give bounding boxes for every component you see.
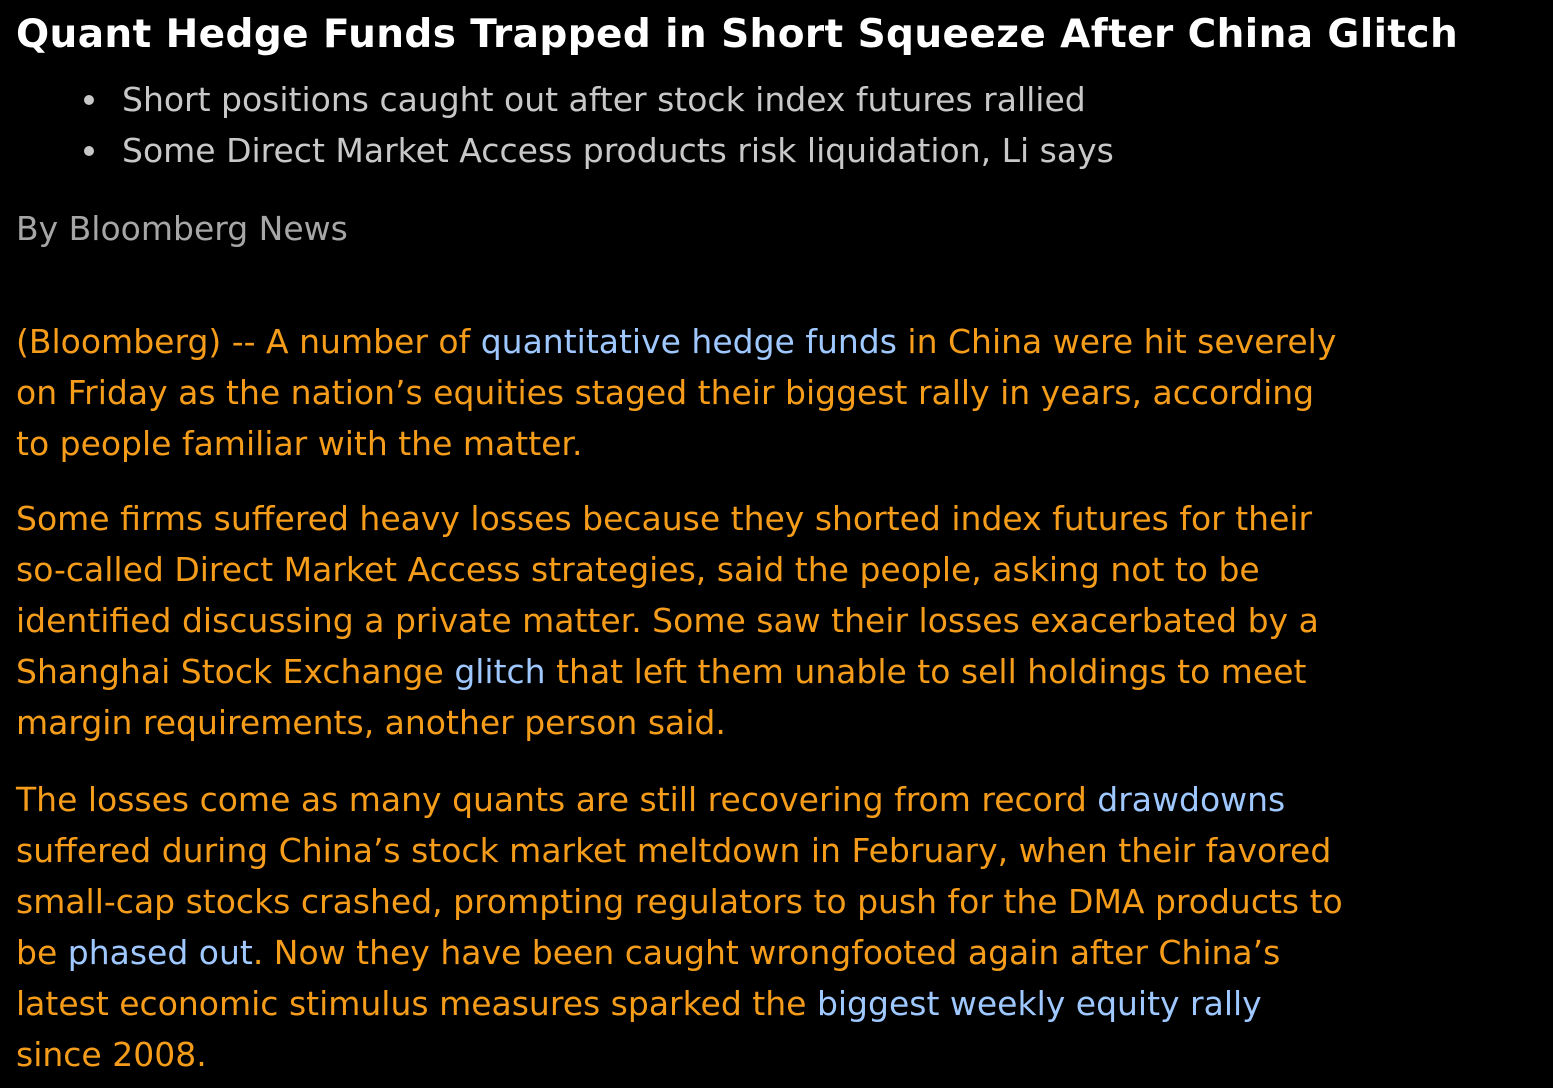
paragraph-line: Shanghai Stock Exchange glitch that left… xyxy=(16,646,1516,697)
paragraph-line: latest economic stimulus measures sparke… xyxy=(16,978,1516,1029)
paragraph-text: in China were hit severely xyxy=(896,322,1337,361)
paragraph-line: since 2008. xyxy=(16,1029,1516,1080)
paragraph-text: latest economic stimulus measures sparke… xyxy=(16,984,817,1023)
paragraph-line: identified discussing a private matter. … xyxy=(16,595,1516,646)
paragraph-line: be phased out. Now they have been caught… xyxy=(16,927,1516,978)
paragraph-text: margin requirements, another person said… xyxy=(16,703,726,742)
paragraph-line: suffered during China’s stock market mel… xyxy=(16,825,1516,876)
paragraph-text: so-called Direct Market Access strategie… xyxy=(16,550,1260,589)
body-paragraph: The losses come as many quants are still… xyxy=(16,774,1516,1080)
paragraph-line: small-cap stocks crashed, prompting regu… xyxy=(16,876,1516,927)
paragraph-text: The losses come as many quants are still… xyxy=(16,780,1098,819)
paragraph-text: that left them unable to sell holdings t… xyxy=(545,652,1307,691)
paragraph-text: Shanghai Stock Exchange xyxy=(16,652,455,691)
paragraph-text: be xyxy=(16,933,68,972)
summary-bullet-text: Some Direct Market Access products risk … xyxy=(122,131,1114,170)
paragraph-line: to people familiar with the matter. xyxy=(16,418,1516,469)
paragraph-line: Some firms suffered heavy losses because… xyxy=(16,493,1516,544)
summary-bullet-text: Short positions caught out after stock i… xyxy=(122,80,1086,119)
paragraph-text: to people familiar with the matter. xyxy=(16,424,583,463)
article-headline: Quant Hedge Funds Trapped in Short Squee… xyxy=(16,12,1459,57)
paragraph-text: suffered during China’s stock market mel… xyxy=(16,831,1332,870)
body-paragraph: Some firms suffered heavy losses because… xyxy=(16,493,1516,748)
paragraph-line: on Friday as the nation’s equities stage… xyxy=(16,367,1516,418)
paragraph-text: identified discussing a private matter. … xyxy=(16,601,1319,640)
bullet-dot-icon xyxy=(84,95,94,105)
inline-link[interactable]: phased out xyxy=(68,933,253,972)
summary-bullet: Short positions caught out after stock i… xyxy=(76,74,1114,125)
paragraph-text: . Now they have been caught wrongfooted … xyxy=(252,933,1281,972)
inline-link[interactable]: biggest weekly equity rally xyxy=(817,984,1262,1023)
paragraph-line: margin requirements, another person said… xyxy=(16,697,1516,748)
paragraph-text: small-cap stocks crashed, prompting regu… xyxy=(16,882,1343,921)
paragraph-line: The losses come as many quants are still… xyxy=(16,774,1516,825)
inline-link[interactable]: glitch xyxy=(454,652,545,691)
paragraph-text: on Friday as the nation’s equities stage… xyxy=(16,373,1315,412)
inline-link[interactable]: quantitative hedge funds xyxy=(481,322,897,361)
bullet-dot-icon xyxy=(84,146,94,156)
summary-bullet: Some Direct Market Access products risk … xyxy=(76,125,1114,176)
paragraph-line: (Bloomberg) -- A number of quantitative … xyxy=(16,316,1516,367)
paragraph-text: since 2008. xyxy=(16,1035,207,1074)
paragraph-text: (Bloomberg) -- A number of xyxy=(16,322,481,361)
paragraph-line: so-called Direct Market Access strategie… xyxy=(16,544,1516,595)
body-paragraph: (Bloomberg) -- A number of quantitative … xyxy=(16,316,1516,469)
summary-bullets: Short positions caught out after stock i… xyxy=(76,74,1114,176)
paragraph-text: Some firms suffered heavy losses because… xyxy=(16,499,1313,538)
article-page: Quant Hedge Funds Trapped in Short Squee… xyxy=(0,0,1553,1088)
byline: By Bloomberg News xyxy=(16,209,348,248)
inline-link[interactable]: drawdowns xyxy=(1097,780,1285,819)
